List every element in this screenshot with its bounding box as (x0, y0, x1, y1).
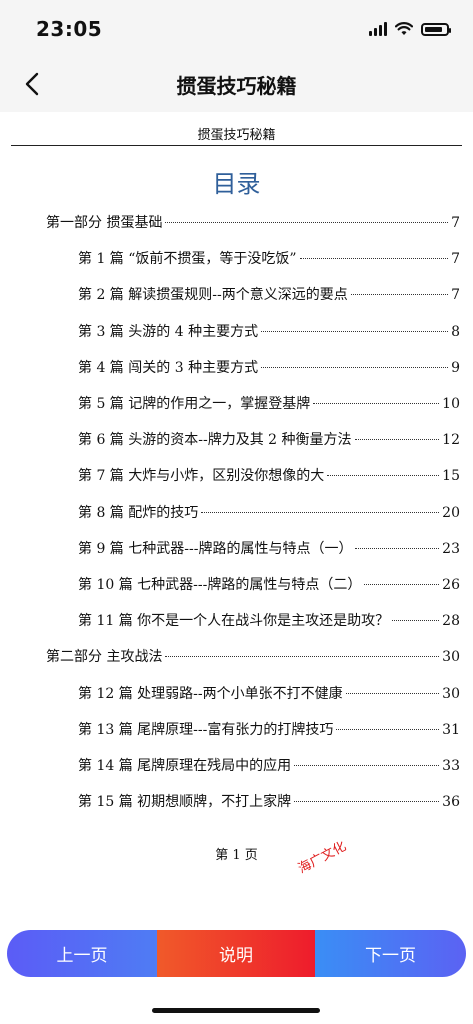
toc-chapter-entry[interactable]: 第 3 篇 头游的 4 种主要方式 8 (78, 321, 460, 347)
toc-entry-title: 第 12 篇 处理弱路--两个小单张不打不健康 (78, 685, 343, 702)
previous-page-button[interactable]: 上一页 (7, 930, 157, 977)
toc-entry-page: 7 (451, 287, 460, 304)
page-number: 第 1 页 (215, 848, 258, 863)
toc-chapter-entry[interactable]: 第 10 篇 七种武器---牌路的属性与特点（二） 26 (78, 574, 460, 600)
toc-entry-title: 第 6 篇 头游的资本--牌力及其 2 种衡量方法 (78, 432, 352, 449)
toc-part-entry[interactable]: 第一部分 掼蛋基础 7 (46, 212, 460, 238)
toc-entry-title: 第 4 篇 闯关的 3 种主要方式 (78, 359, 259, 376)
header-divider (11, 145, 462, 146)
status-bar: 23:05 (0, 0, 473, 56)
toc-entry-page: 23 (442, 540, 460, 557)
toc-chapter-entry[interactable]: 第 11 篇 你不是一个人在战斗你是主攻还是助攻？ 28 (78, 610, 460, 636)
toc-chapter-entry[interactable]: 第 6 篇 头游的资本--牌力及其 2 种衡量方法 12 (78, 429, 460, 455)
toc-entry-page: 7 (451, 215, 460, 231)
toc-chapter-entry[interactable]: 第 14 篇 尾牌原理在残局中的应用 33 (78, 755, 460, 781)
toc-entry-page: 10 (442, 396, 460, 412)
toc-part-entry[interactable]: 第二部分 主攻战法 30 (46, 646, 460, 672)
toc-entry-title: 第 1 篇 “饭前不掼蛋，等于没吃饭” (78, 251, 297, 268)
toc-chapter-entry[interactable]: 第 5 篇 记牌的作用之一，掌握登基牌 10 (78, 393, 460, 419)
toc-title: 目录 (212, 170, 261, 198)
toc-chapter-entry[interactable]: 第 9 篇 七种武器---牌路的属性与特点（一） 23 (78, 538, 460, 564)
toc-entry-page: 20 (442, 504, 460, 521)
toc-entry-title: 第 5 篇 记牌的作用之一，掌握登基牌 (78, 396, 311, 412)
toc-chapter-entry[interactable]: 第 15 篇 初期想顺牌，不打上家牌 36 (78, 791, 460, 817)
document-page[interactable]: 掼蛋技巧秘籍 目录 第一部分 掼蛋基础 7 第 1 篇 “饭前不掼蛋，等于没吃饭” 7… (0, 112, 473, 918)
toc-entry-page: 31 (442, 721, 460, 738)
toc-leader-dots (313, 403, 440, 404)
toc-leader-dots (165, 656, 440, 658)
status-icons (369, 20, 451, 38)
explain-button[interactable]: 说明 (157, 930, 315, 977)
toc-entry-title: 第 2 篇 解读掼蛋规则--两个意义深远的要点 (78, 287, 348, 304)
toc-entry-page: 26 (442, 577, 460, 593)
toc-entry-title: 第二部分 主攻战法 (46, 649, 163, 666)
toc-leader-dots (294, 765, 440, 766)
toc-entry-title: 第 3 篇 头游的 4 种主要方式 (78, 323, 259, 340)
toc-leader-dots (294, 801, 440, 803)
toc-leader-dots (261, 330, 449, 332)
toc-entry-title: 第 13 篇 尾牌原理---富有张力的打牌技巧 (78, 721, 334, 738)
toc-chapter-entry[interactable]: 第 2 篇 解读掼蛋规则--两个意义深远的要点 7 (78, 284, 460, 310)
bottom-action-bar: 上一页 说明 下一页 (7, 930, 466, 977)
toc-entry-title: 第 10 篇 七种武器---牌路的属性与特点（二） (78, 577, 362, 593)
toc-leader-dots (336, 728, 440, 730)
toc-entry-title: 第 14 篇 尾牌原理在残局中的应用 (78, 758, 292, 774)
toc-chapter-entry[interactable]: 第 12 篇 处理弱路--两个小单张不打不健康 30 (78, 683, 460, 709)
toc-entry-title: 第一部分 掼蛋基础 (46, 215, 163, 231)
toc-chapter-entry[interactable]: 第 13 篇 尾牌原理---富有张力的打牌技巧 31 (78, 719, 460, 745)
toc-leader-dots (354, 439, 440, 441)
toc-entry-page: 12 (442, 432, 460, 449)
toc-leader-dots (345, 692, 440, 694)
status-time: 23:05 (36, 17, 103, 41)
nav-bar: 掼蛋技巧秘籍 (0, 56, 473, 112)
toc-entry-page: 33 (442, 758, 460, 774)
toc-entry-title: 第 15 篇 初期想顺牌，不打上家牌 (78, 794, 292, 811)
toc-chapter-entry[interactable]: 第 7 篇 大炸与小炸，区别没你想像的大 15 (78, 465, 460, 491)
toc-entry-title: 第 8 篇 配炸的技巧 (78, 504, 199, 521)
toc-entry-title: 第 9 篇 七种武器---牌路的属性与特点（一） (78, 540, 353, 557)
toc-entry-page: 9 (451, 359, 460, 376)
toc-entry-page: 8 (451, 323, 460, 340)
toc-entry-page: 15 (442, 468, 460, 485)
toc-entry-page: 7 (451, 251, 460, 268)
toc-leader-dots (327, 475, 440, 477)
toc-entry-page: 30 (442, 685, 460, 702)
toc-leader-dots (350, 294, 449, 296)
toc-leader-dots (261, 366, 449, 368)
watermark: 海广文化 (295, 839, 349, 877)
nav-title: 掼蛋技巧秘籍 (176, 74, 297, 98)
toc-entry-page: 28 (442, 613, 460, 630)
home-indicator[interactable] (152, 1008, 320, 1013)
toc-leader-dots (299, 258, 449, 260)
toc-leader-dots (364, 584, 440, 585)
toc-leader-dots (165, 222, 449, 223)
toc-chapter-entry[interactable]: 第 4 篇 闯关的 3 种主要方式 9 (78, 357, 460, 383)
toc-leader-dots (201, 511, 440, 513)
toc-entry-title: 第 7 篇 大炸与小炸，区别没你想像的大 (78, 468, 325, 485)
battery-level (425, 26, 442, 32)
cellular-signal-icon (369, 22, 387, 36)
toc-entry-page: 36 (442, 794, 460, 811)
toc-entry-title: 第 11 篇 你不是一个人在战斗你是主攻还是助攻？ (78, 613, 390, 630)
toc-chapter-entry[interactable]: 第 8 篇 配炸的技巧 20 (78, 502, 460, 528)
toc-leader-dots (392, 620, 440, 622)
toc-entry-page: 30 (442, 649, 460, 666)
toc-chapter-entry[interactable]: 第 1 篇 “饭前不掼蛋，等于没吃饭” 7 (78, 248, 460, 274)
battery-icon (421, 22, 451, 36)
wifi-icon (395, 22, 413, 35)
document-header: 掼蛋技巧秘籍 (197, 128, 276, 143)
toc-leader-dots (355, 547, 440, 549)
next-page-button[interactable]: 下一页 (315, 930, 466, 977)
